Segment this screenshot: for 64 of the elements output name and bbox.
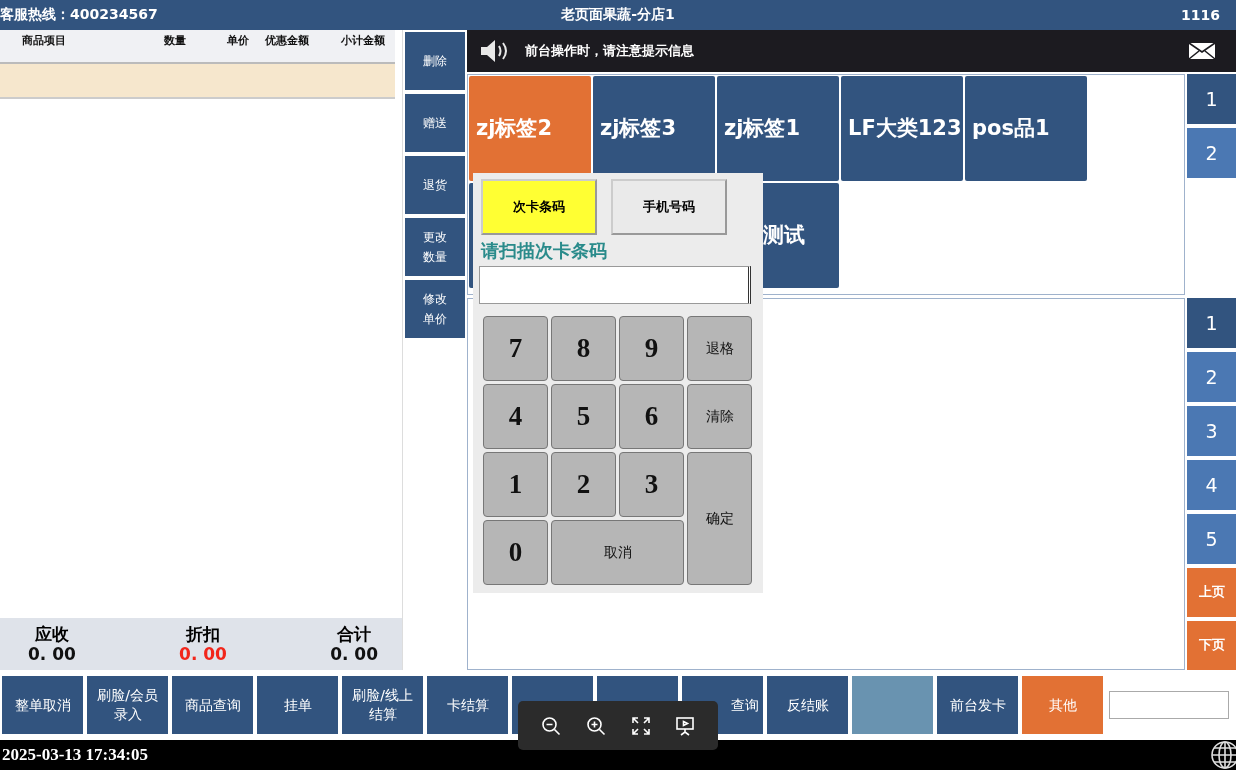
function-button[interactable]: 前台发卡 [937, 676, 1018, 734]
total-value: 0. 00 [28, 644, 76, 664]
page-button[interactable]: 2 [1187, 351, 1236, 402]
total-label: 合计 [337, 624, 372, 644]
page-button[interactable]: 1 [1187, 297, 1236, 348]
input-field[interactable] [1109, 691, 1229, 719]
action-button[interactable]: 退货 [405, 156, 465, 214]
total-label: 应收 [34, 624, 69, 644]
keypad-key[interactable]: 取消 [551, 520, 684, 585]
keypad-key[interactable]: 确定 [687, 452, 752, 585]
store-name: 老页面果蔬-分店1 [561, 6, 675, 24]
action-button[interactable]: 修改单价 [405, 280, 465, 338]
category-tile[interactable]: LF大类123 [841, 75, 963, 181]
keypad-key[interactable]: 7 [483, 316, 548, 381]
page-button[interactable]: 1 [1187, 73, 1236, 124]
function-button[interactable]: 商品查询 [172, 676, 253, 734]
keypad-key[interactable]: 1 [483, 452, 548, 517]
presentation-icon[interactable] [675, 715, 696, 736]
column-header: 商品项目 [22, 33, 66, 48]
page-button[interactable]: 4 [1187, 459, 1236, 510]
total-value: 0. 00 [330, 644, 378, 664]
action-button[interactable]: 删除 [405, 32, 465, 90]
barcode-field[interactable] [479, 266, 751, 304]
action-button[interactable]: 赠送 [405, 94, 465, 152]
notice-text: 前台操作时，请注意提示信息 [525, 41, 695, 60]
zoom-in-icon[interactable] [586, 715, 607, 736]
keypad-key[interactable]: 5 [551, 384, 616, 449]
prompt-text: 请扫描次卡条码 [481, 240, 608, 263]
mail-icon[interactable] [1188, 41, 1216, 60]
column-header: 小计金额 [341, 33, 385, 48]
column-header: 数量 [164, 33, 186, 48]
keypad-key[interactable]: 4 [483, 384, 548, 449]
keypad-key[interactable]: 0 [483, 520, 548, 585]
total-label: 折扣 [186, 624, 220, 644]
category-tile[interactable]: zj标签1 [717, 75, 839, 181]
keypad-key[interactable]: 3 [619, 452, 684, 517]
keypad-key[interactable]: 8 [551, 316, 616, 381]
zoom-out-icon[interactable] [540, 715, 561, 736]
function-button[interactable]: 反结账 [767, 676, 848, 734]
page-button[interactable]: 5 [1187, 513, 1236, 564]
globe-icon[interactable] [1210, 740, 1236, 770]
keypad-key[interactable]: 9 [619, 316, 684, 381]
function-button[interactable]: 卡结算 [427, 676, 508, 734]
terminal-code: 1116 [1180, 7, 1221, 23]
dialog-tab[interactable]: 手机号码 [611, 179, 727, 235]
keypad-key[interactable]: 6 [619, 384, 684, 449]
function-button[interactable]: 刷脸/会员录入 [87, 676, 168, 734]
function-button[interactable]: 整单取消 [2, 676, 83, 734]
dialog-tab[interactable]: 次卡条码 [481, 179, 597, 235]
column-header: 单价 [227, 33, 249, 48]
column-header: 优惠金额 [265, 33, 309, 48]
hotline-text: 客服热线：400234567 [0, 6, 159, 24]
keypad-key[interactable]: 退格 [687, 316, 752, 381]
total-value: 0. 00 [179, 644, 227, 664]
keypad-key[interactable]: 2 [551, 452, 616, 517]
datetime-text: 2025-03-13 17:34:05 [1, 745, 148, 765]
action-button[interactable]: 更改数量 [405, 218, 465, 276]
fullscreen-icon[interactable] [631, 716, 650, 735]
category-tile[interactable]: pos品1 [965, 75, 1087, 181]
page-button[interactable]: 2 [1187, 127, 1236, 178]
function-button[interactable]: 挂单 [257, 676, 338, 734]
keypad-key[interactable]: 清除 [687, 384, 752, 449]
function-button[interactable]: 刷脸/线上结算 [342, 676, 423, 734]
page-button[interactable]: 3 [1187, 405, 1236, 456]
